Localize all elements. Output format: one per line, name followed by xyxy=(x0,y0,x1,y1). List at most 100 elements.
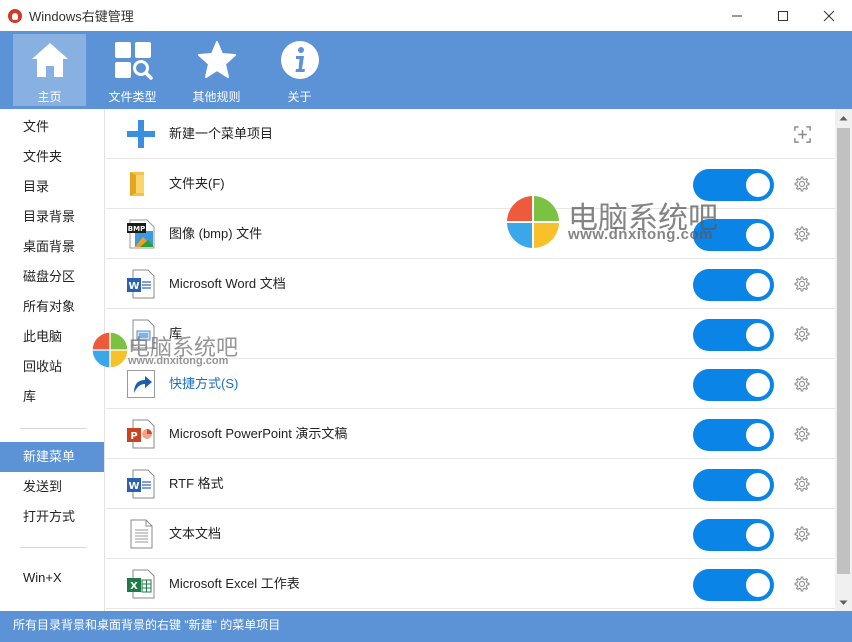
sidebar-divider xyxy=(20,428,87,429)
vertical-scrollbar[interactable] xyxy=(835,109,852,611)
library-icon xyxy=(132,319,155,349)
minimize-button[interactable] xyxy=(714,0,760,31)
shortcut-icon xyxy=(127,370,155,398)
svg-text:P: P xyxy=(130,431,137,442)
gear-icon[interactable] xyxy=(793,575,811,593)
list-item-label: 文本文档 xyxy=(169,526,222,541)
powerpoint-icon: P xyxy=(127,419,155,449)
sidebar-item-library[interactable]: 库 xyxy=(0,382,104,412)
svg-text:W: W xyxy=(128,481,139,492)
sidebar-item-send-to[interactable]: 发送到 xyxy=(0,472,104,502)
list-item: X Microsoft Excel 工作表 xyxy=(106,559,835,609)
tab-file-types-label: 文件类型 xyxy=(108,90,157,104)
svg-text:W: W xyxy=(128,281,139,292)
plus-icon xyxy=(127,120,155,148)
sidebar-item-win-x[interactable]: Win+X xyxy=(0,563,104,593)
list-item: 文件夹(F) xyxy=(106,159,835,209)
scroll-down-button[interactable] xyxy=(835,594,852,611)
gear-icon[interactable] xyxy=(793,275,811,293)
tab-about-label: 关于 xyxy=(287,90,312,104)
new-menu-item-label: 新建一个菜单项目 xyxy=(169,126,274,141)
gear-icon[interactable] xyxy=(793,525,811,543)
add-circle-icon[interactable] xyxy=(793,125,812,144)
tab-file-types[interactable]: 文件类型 xyxy=(96,34,169,106)
gear-icon[interactable] xyxy=(793,325,811,343)
close-button[interactable] xyxy=(806,0,852,31)
sidebar-item-folder[interactable]: 文件夹 xyxy=(0,142,104,172)
sidebar-item-directory[interactable]: 目录 xyxy=(0,172,104,202)
list-item-label: 文件夹(F) xyxy=(169,176,225,191)
info-icon xyxy=(280,41,319,79)
window-controls xyxy=(714,0,852,31)
excel-icon: X xyxy=(127,569,155,599)
maximize-icon xyxy=(778,10,788,21)
list-item: W Microsoft Word 文档 xyxy=(106,259,835,309)
tab-home[interactable]: 主页 xyxy=(13,34,86,106)
gear-icon[interactable] xyxy=(793,425,811,443)
sidebar-item-this-pc[interactable]: 此电脑 xyxy=(0,322,104,352)
tab-home-label: 主页 xyxy=(37,90,62,104)
tab-about[interactable]: 关于 xyxy=(263,34,336,106)
star-icon xyxy=(197,41,236,78)
folder-icon xyxy=(130,172,144,196)
list-item: 库 xyxy=(106,309,835,359)
gear-icon[interactable] xyxy=(793,475,811,493)
gear-icon[interactable] xyxy=(793,375,811,393)
text-doc-icon xyxy=(130,519,153,549)
sidebar-item-desktop-background[interactable]: 桌面背景 xyxy=(0,232,104,262)
app-penguin-icon xyxy=(8,8,22,23)
title-bar: Windows右键管理 xyxy=(0,0,852,31)
list-item: P Microsoft PowerPoint 演示文稿 xyxy=(106,409,835,459)
list-item: BMP 图像 (bmp) 文件 xyxy=(106,209,835,259)
sidebar-item-file[interactable]: 文件 xyxy=(0,112,104,142)
list-item: 快捷方式(S) xyxy=(106,359,835,409)
chevron-up-icon xyxy=(839,115,848,120)
enable-toggle[interactable] xyxy=(693,569,774,601)
enable-toggle[interactable] xyxy=(693,319,774,351)
list-item-label: Microsoft Word 文档 xyxy=(169,276,286,291)
sidebar-item-recycle-bin[interactable]: 回收站 xyxy=(0,352,104,382)
svg-text:BMP: BMP xyxy=(128,225,145,233)
list-item: 文本文档 xyxy=(106,509,835,559)
chevron-down-icon xyxy=(839,600,848,605)
home-icon xyxy=(31,43,68,77)
sidebar: 文件 文件夹 目录 目录背景 桌面背景 磁盘分区 所有对象 此电脑 回收站 库 … xyxy=(0,109,105,611)
list-item-label: 库 xyxy=(169,326,183,341)
enable-toggle[interactable] xyxy=(693,169,774,201)
minimize-icon xyxy=(732,15,742,16)
list-item-label: 快捷方式(S) xyxy=(169,376,239,391)
sidebar-item-open-with[interactable]: 打开方式 xyxy=(0,502,104,532)
sidebar-item-disk-partition[interactable]: 磁盘分区 xyxy=(0,262,104,292)
file-types-icon xyxy=(114,42,153,80)
top-toolbar: 主页 文件类型 其他规则 关于 xyxy=(0,31,852,109)
gear-icon[interactable] xyxy=(793,175,811,193)
word-doc-icon: W xyxy=(127,269,155,299)
list-item: W RTF 格式 xyxy=(106,459,835,509)
tab-other-rules[interactable]: 其他规则 xyxy=(180,34,253,106)
enable-toggle[interactable] xyxy=(693,269,774,301)
sidebar-item-directory-background[interactable]: 目录背景 xyxy=(0,202,104,232)
gear-icon[interactable] xyxy=(793,225,811,243)
enable-toggle[interactable] xyxy=(693,469,774,501)
rtf-doc-icon: W xyxy=(127,469,155,499)
sidebar-divider xyxy=(20,547,87,548)
window-title: Windows右键管理 xyxy=(29,9,134,24)
enable-toggle[interactable] xyxy=(693,219,774,251)
scroll-up-button[interactable] xyxy=(835,109,852,126)
scroll-thumb[interactable] xyxy=(837,128,850,574)
sidebar-item-all-objects[interactable]: 所有对象 xyxy=(0,292,104,322)
menu-item-list: 新建一个菜单项目 文件夹(F) BMP 图像 (bmp) 文件 W Micros… xyxy=(106,109,835,611)
list-item-label: 图像 (bmp) 文件 xyxy=(169,226,263,241)
list-item-label: RTF 格式 xyxy=(169,476,224,491)
status-bar: 所有目录背景和桌面背景的右键 "新建" 的菜单项目 xyxy=(0,611,852,642)
list-item-label: Microsoft Excel 工作表 xyxy=(169,576,300,591)
new-menu-item-row[interactable]: 新建一个菜单项目 xyxy=(106,109,835,159)
svg-text:X: X xyxy=(130,581,138,592)
enable-toggle[interactable] xyxy=(693,519,774,551)
enable-toggle[interactable] xyxy=(693,419,774,451)
enable-toggle[interactable] xyxy=(693,369,774,401)
close-icon xyxy=(823,10,835,21)
list-item-label: Microsoft PowerPoint 演示文稿 xyxy=(169,426,348,441)
sidebar-item-new-menu[interactable]: 新建菜单 xyxy=(0,442,104,472)
maximize-button[interactable] xyxy=(760,0,806,31)
